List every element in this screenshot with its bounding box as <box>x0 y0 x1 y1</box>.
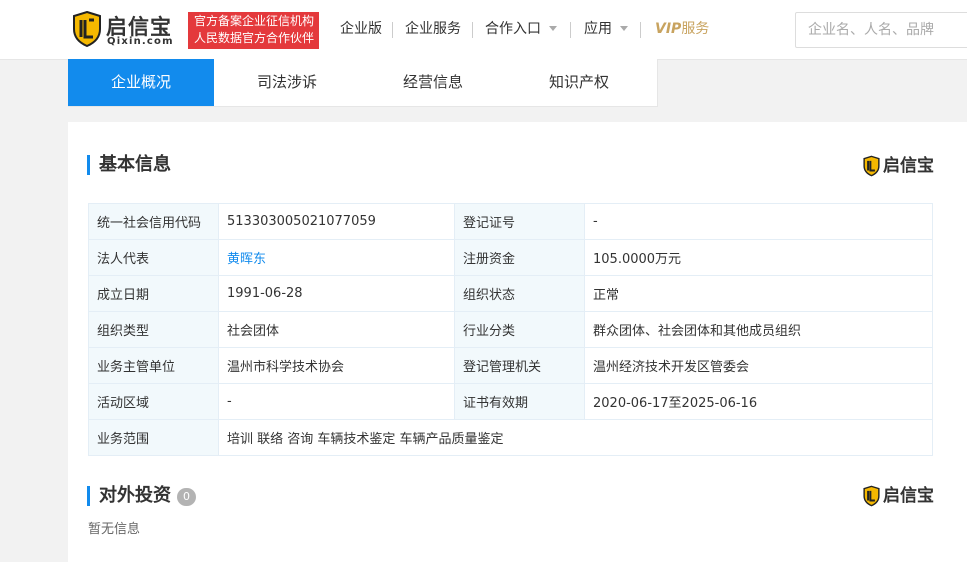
shield-logo-icon <box>863 485 880 507</box>
logo-domain: Qixin.com <box>107 36 174 47</box>
label-legal-rep: 法人代表 <box>88 239 219 276</box>
chevron-down-icon <box>549 26 557 31</box>
investment-title-text: 对外投资 <box>99 485 171 506</box>
value-certificate-validity: 2020-06-17至2025-06-16 <box>584 383 933 420</box>
table-row: 成立日期 1991-06-28 组织状态 正常 <box>88 275 933 312</box>
value-org-status: 正常 <box>584 275 933 312</box>
nav-vip-service[interactable]: VIP服务 <box>655 0 709 59</box>
nav-enterprise-services[interactable]: 企业服务 <box>405 0 461 59</box>
label-credit-code: 统一社会信用代码 <box>88 203 219 240</box>
table-row: 统一社会信用代码 513303005021077059 登记证号 - <box>88 203 933 240</box>
value-registered-capital: 105.0000万元 <box>584 239 933 276</box>
shield-logo-icon <box>73 11 101 47</box>
nav-divider <box>472 22 473 38</box>
chevron-down-icon <box>620 26 628 31</box>
label-org-status: 组织状态 <box>454 275 585 312</box>
table-row: 业务主管单位 温州市科学技术协会 登记管理机关 温州经济技术开发区管委会 <box>88 347 933 384</box>
empty-state-text: 暂无信息 <box>88 522 141 537</box>
value-registration-authority: 温州经济技术开发区管委会 <box>584 347 933 384</box>
tab-ip[interactable]: 知识产权 <box>506 59 652 106</box>
tab-bar: 企业概况 司法涉诉 经营信息 知识产权 <box>68 59 658 107</box>
value-business-scope: 培训 联络 咨询 车辆技术鉴定 车辆产品质量鉴定 <box>218 419 933 456</box>
search-input[interactable] <box>795 12 967 48</box>
value-founded-date: 1991-06-28 <box>218 275 455 312</box>
investment-title: 对外投资 0 <box>87 486 196 506</box>
table-row: 业务范围 培训 联络 咨询 车辆技术鉴定 车辆产品质量鉴定 <box>88 419 933 456</box>
nav-enterprise-edition[interactable]: 企业版 <box>340 0 382 59</box>
label-org-type: 组织类型 <box>88 311 219 348</box>
nav-apps[interactable]: 应用 <box>584 0 628 59</box>
table-row: 组织类型 社会团体 行业分类 群众团体、社会团体和其他成员组织 <box>88 311 933 348</box>
value-industry: 群众团体、社会团体和其他成员组织 <box>584 311 933 348</box>
value-registration-no: - <box>584 203 933 240</box>
label-business-scope: 业务范围 <box>88 419 219 456</box>
tab-overview[interactable]: 企业概况 <box>68 59 214 106</box>
main-card: 基本信息 启信宝 统一社会信用代码 513303005021077059 登记证… <box>68 122 967 562</box>
value-credit-code: 513303005021077059 <box>218 203 455 240</box>
tab-judicial[interactable]: 司法涉诉 <box>214 59 360 106</box>
value-legal-rep-cell: 黄晖东 <box>218 239 455 276</box>
table-row: 法人代表 黄晖东 注册资金 105.0000万元 <box>88 239 933 276</box>
nav-cooperation[interactable]: 合作入口 <box>485 0 557 59</box>
top-header: 启信宝 Qixin.com 官方备案企业征信机构 人民数据官方合作伙伴 企业版 … <box>0 0 967 60</box>
shield-logo-icon <box>863 155 880 177</box>
tab-operations[interactable]: 经营信息 <box>360 59 506 106</box>
badge-line-1: 官方备案企业征信机构 <box>194 14 315 28</box>
brand-text: 启信宝 <box>883 486 934 506</box>
vip-label: VIP <box>655 21 682 37</box>
label-registration-authority: 登记管理机关 <box>454 347 585 384</box>
label-certificate-validity: 证书有效期 <box>454 383 585 420</box>
label-activity-area: 活动区域 <box>88 383 219 420</box>
nav-divider <box>640 22 641 38</box>
value-supervisor: 温州市科学技术协会 <box>218 347 455 384</box>
certification-badge: 官方备案企业征信机构 人民数据官方合作伙伴 <box>188 12 319 49</box>
nav-cooperation-label: 合作入口 <box>485 21 541 37</box>
brand-text: 启信宝 <box>883 156 934 176</box>
label-industry: 行业分类 <box>454 311 585 348</box>
value-org-type: 社会团体 <box>218 311 455 348</box>
vip-service-label: 服务 <box>681 21 710 37</box>
label-supervisor: 业务主管单位 <box>88 347 219 384</box>
nav-divider <box>570 22 571 38</box>
basic-info-title: 基本信息 <box>87 155 171 175</box>
label-founded-date: 成立日期 <box>88 275 219 312</box>
badge-line-2: 人民数据官方合作伙伴 <box>194 31 315 45</box>
label-registration-no: 登记证号 <box>454 203 585 240</box>
nav-apps-label: 应用 <box>584 21 612 37</box>
label-registered-capital: 注册资金 <box>454 239 585 276</box>
basic-info-table: 统一社会信用代码 513303005021077059 登记证号 - 法人代表 … <box>88 203 933 456</box>
table-row: 活动区域 - 证书有效期 2020-06-17至2025-06-16 <box>88 383 933 420</box>
value-activity-area: - <box>218 383 455 420</box>
legal-rep-link[interactable]: 黄晖东 <box>227 252 266 267</box>
investment-count-badge: 0 <box>177 488 196 506</box>
nav-divider <box>392 22 393 38</box>
